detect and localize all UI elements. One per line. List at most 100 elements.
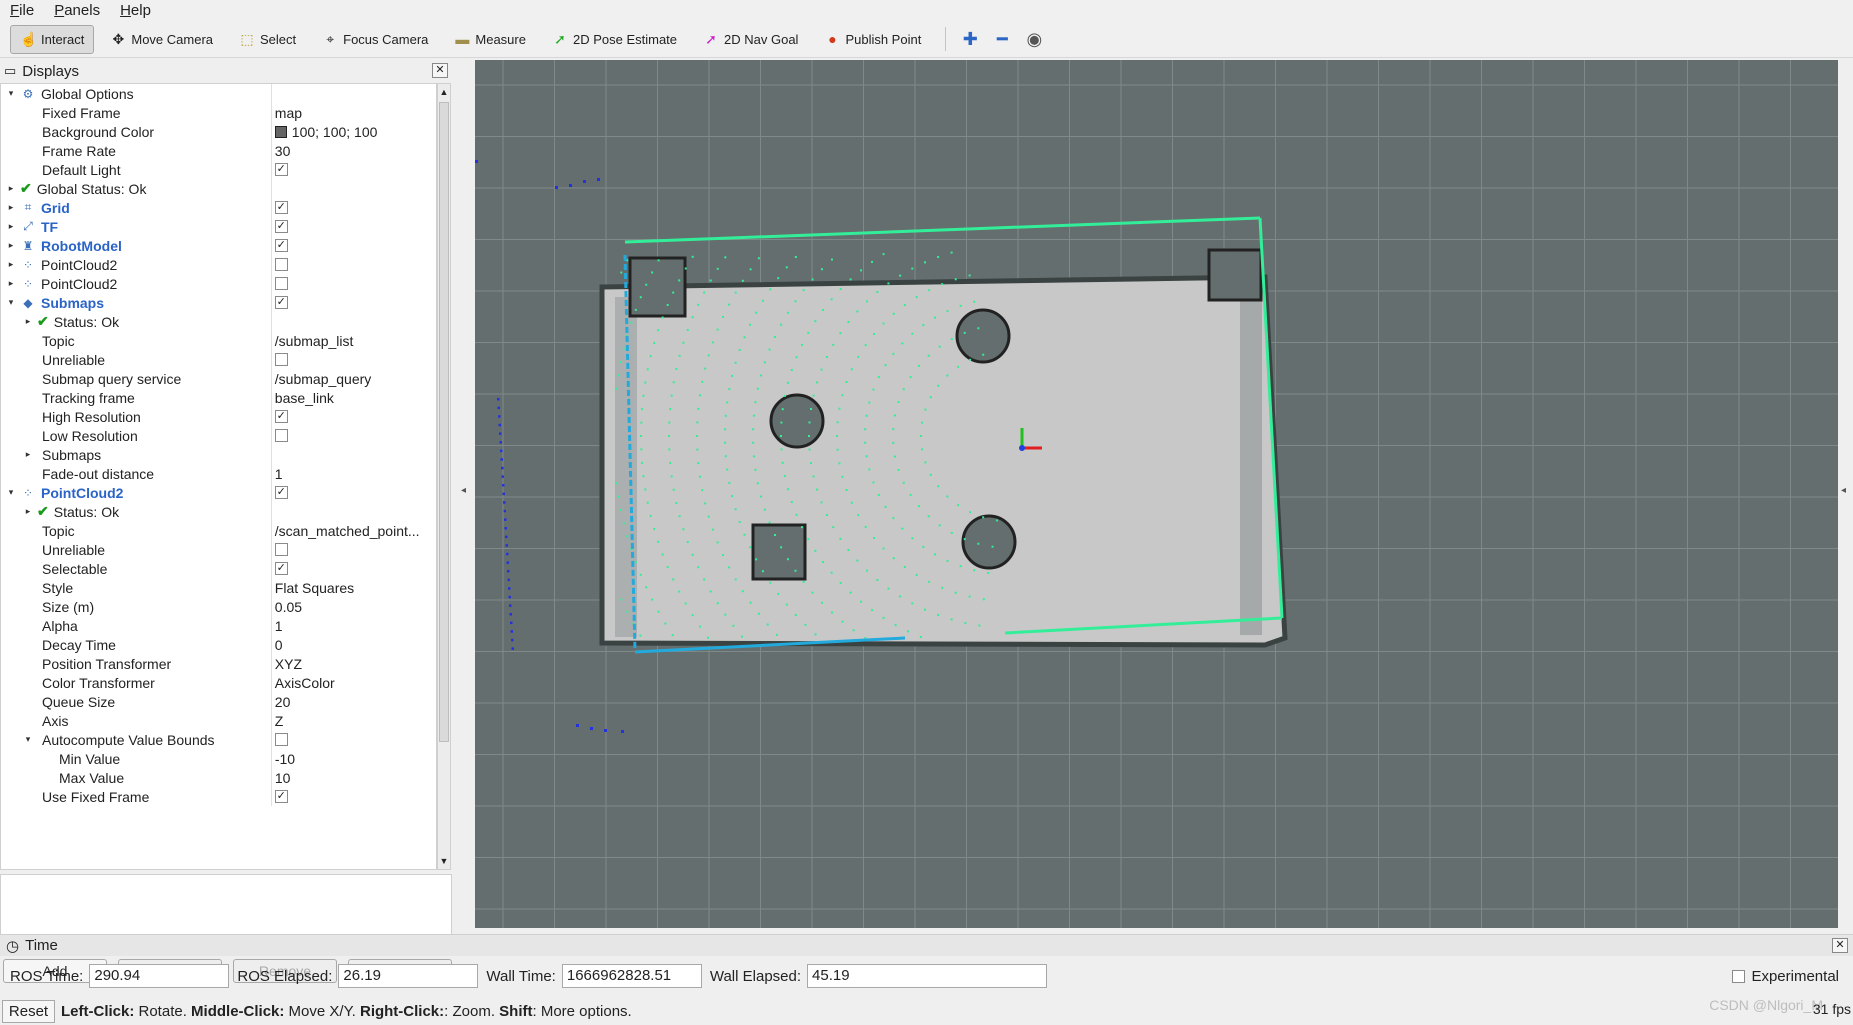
- display-row-value[interactable]: ✓: [270, 236, 436, 255]
- display-row[interactable]: ▾ ⚙ Global Options: [1, 84, 436, 103]
- expand-arrow-icon[interactable]: ▸: [5, 240, 17, 251]
- display-row[interactable]: ▾ Autocompute Value Bounds: [1, 730, 436, 749]
- close-displays-button[interactable]: ✕: [432, 63, 448, 78]
- display-row[interactable]: ▸ ✔ Status: Ok: [1, 312, 436, 331]
- measure-tool-button[interactable]: ▬ Measure: [444, 25, 536, 54]
- display-checkbox[interactable]: [274, 353, 288, 366]
- map-scene[interactable]: [475, 60, 1838, 928]
- display-row-value[interactable]: [270, 540, 436, 559]
- publish-point-tool-button[interactable]: ● Publish Point: [814, 25, 931, 54]
- display-row[interactable]: ▸ ♜ RobotModel ✓: [1, 236, 436, 255]
- expand-arrow-icon[interactable]: ▾: [5, 88, 17, 99]
- display-row[interactable]: ▾ ⁘ PointCloud2 ✓: [1, 483, 436, 502]
- display-row[interactable]: Use Fixed Frame ✓: [1, 787, 436, 806]
- display-checkbox[interactable]: ✓: [274, 296, 288, 309]
- display-row-value[interactable]: 0: [270, 635, 436, 654]
- display-row-value[interactable]: ✓: [270, 787, 436, 806]
- expand-arrow-icon[interactable]: ▸: [22, 449, 34, 460]
- menu-panels[interactable]: Panels: [44, 0, 110, 21]
- menu-file[interactable]: File: [0, 0, 44, 21]
- display-row[interactable]: ▸ ⁘ PointCloud2: [1, 255, 436, 274]
- ros-time-field[interactable]: 290.94: [89, 964, 230, 988]
- ros-elapsed-field[interactable]: 26.19: [338, 964, 479, 988]
- reset-button[interactable]: Reset: [2, 1000, 55, 1023]
- display-row-value[interactable]: 30: [270, 141, 436, 160]
- pose-estimate-tool-button[interactable]: ➚ 2D Pose Estimate: [542, 25, 687, 54]
- display-row[interactable]: Tracking frame base_link: [1, 388, 436, 407]
- display-row[interactable]: Unreliable: [1, 540, 436, 559]
- display-row[interactable]: ▸ ⤢ TF ✓: [1, 217, 436, 236]
- expand-right-icon[interactable]: ◂: [1841, 485, 1846, 496]
- display-row-value[interactable]: Flat Squares: [270, 578, 436, 597]
- display-checkbox[interactable]: [274, 733, 288, 746]
- display-checkbox[interactable]: [274, 429, 288, 442]
- display-row[interactable]: Alpha 1: [1, 616, 436, 635]
- display-row[interactable]: Decay Time 0: [1, 635, 436, 654]
- display-row-value[interactable]: ✓: [270, 160, 436, 179]
- scroll-thumb[interactable]: [439, 102, 449, 742]
- color-swatch[interactable]: [274, 125, 287, 138]
- display-row-value[interactable]: Z: [270, 711, 436, 730]
- display-row-value[interactable]: XYZ: [270, 654, 436, 673]
- interact-tool-button[interactable]: ☝ Interact: [10, 24, 95, 54]
- menu-help[interactable]: Help: [110, 0, 161, 21]
- display-row[interactable]: Min Value -10: [1, 749, 436, 768]
- display-checkbox[interactable]: [274, 543, 288, 556]
- display-row[interactable]: Fade-out distance 1: [1, 464, 436, 483]
- display-checkbox[interactable]: ✓: [274, 562, 288, 575]
- display-row-value[interactable]: /scan_matched_point...: [270, 521, 436, 540]
- display-row[interactable]: Axis Z: [1, 711, 436, 730]
- display-row[interactable]: ▸ ✔ Global Status: Ok: [1, 179, 436, 198]
- display-row-value[interactable]: ✓: [270, 559, 436, 578]
- display-checkbox[interactable]: ✓: [274, 790, 288, 803]
- expand-arrow-icon[interactable]: ▸: [5, 202, 17, 213]
- tool-properties-button[interactable]: ◉: [1018, 29, 1050, 50]
- experimental-checkbox[interactable]: [1732, 969, 1746, 983]
- display-row-value[interactable]: 10: [270, 768, 436, 787]
- display-row-value[interactable]: ✓: [270, 293, 436, 312]
- display-checkbox[interactable]: [274, 277, 288, 290]
- display-row-value[interactable]: 0.05: [270, 597, 436, 616]
- display-checkbox[interactable]: ✓: [274, 410, 288, 423]
- select-tool-button[interactable]: ⬚ Select: [229, 25, 306, 54]
- display-row[interactable]: High Resolution ✓: [1, 407, 436, 426]
- display-row[interactable]: Selectable ✓: [1, 559, 436, 578]
- display-checkbox[interactable]: ✓: [274, 163, 288, 176]
- display-row-value[interactable]: -10: [270, 749, 436, 768]
- display-row[interactable]: Topic/submap_list: [1, 331, 436, 350]
- display-row[interactable]: Position Transformer XYZ: [1, 654, 436, 673]
- display-row[interactable]: Size (m) 0.05: [1, 597, 436, 616]
- display-row-value[interactable]: 1: [270, 616, 436, 635]
- scroll-up-icon[interactable]: ▲: [438, 84, 450, 100]
- display-checkbox[interactable]: ✓: [274, 201, 288, 214]
- display-row-value[interactable]: [270, 426, 436, 445]
- display-row-value[interactable]: ✓: [270, 483, 436, 502]
- display-row[interactable]: Color Transformer AxisColor: [1, 673, 436, 692]
- nav-goal-tool-button[interactable]: ➚ 2D Nav Goal: [693, 25, 808, 54]
- display-row[interactable]: Default Light ✓: [1, 160, 436, 179]
- 3d-view[interactable]: [475, 60, 1838, 928]
- display-row[interactable]: Style Flat Squares: [1, 578, 436, 597]
- display-row-value[interactable]: ✓: [270, 407, 436, 426]
- focus-camera-tool-button[interactable]: ⌖ Focus Camera: [312, 25, 438, 54]
- display-row-value[interactable]: [270, 255, 436, 274]
- expand-arrow-icon[interactable]: ▾: [5, 297, 17, 308]
- display-row[interactable]: ▸ ⌗ Grid ✓: [1, 198, 436, 217]
- display-row-value[interactable]: [270, 730, 436, 749]
- display-row[interactable]: ▾ ◆ Submaps ✓: [1, 293, 436, 312]
- display-checkbox[interactable]: ✓: [274, 220, 288, 233]
- display-row-value[interactable]: 100; 100; 100: [270, 122, 436, 141]
- display-checkbox[interactable]: ✓: [274, 486, 288, 499]
- displays-scrollbar[interactable]: ▲ ▼: [437, 83, 451, 870]
- display-row-value[interactable]: [270, 502, 436, 521]
- remove-tool-button[interactable]: ━: [986, 29, 1018, 50]
- expand-arrow-icon[interactable]: ▾: [22, 734, 34, 745]
- display-checkbox[interactable]: [274, 258, 288, 271]
- close-time-button[interactable]: ✕: [1832, 938, 1848, 953]
- expand-arrow-icon[interactable]: ▸: [5, 183, 17, 194]
- display-row[interactable]: Background Color 100; 100; 100: [1, 122, 436, 141]
- display-row-value[interactable]: ✓: [270, 198, 436, 217]
- right-splitter[interactable]: ◂: [1838, 60, 1853, 928]
- display-row-value[interactable]: AxisColor: [270, 673, 436, 692]
- add-tool-button[interactable]: ✚: [954, 29, 986, 50]
